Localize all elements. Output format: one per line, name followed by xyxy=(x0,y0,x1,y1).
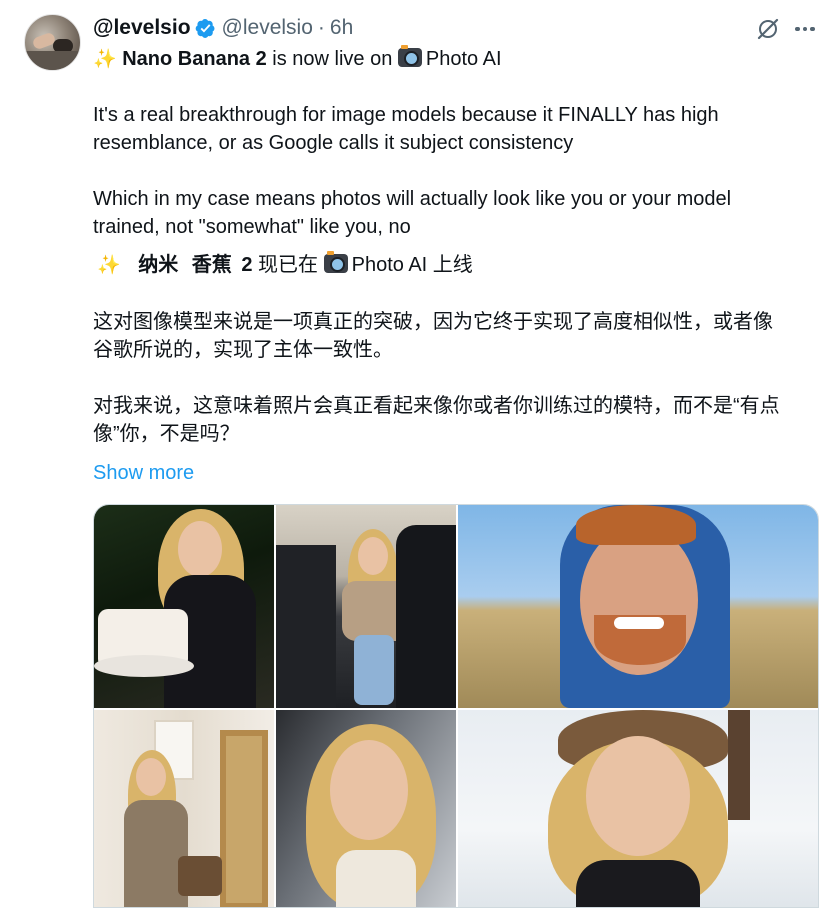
camera-emoji-icon xyxy=(397,45,422,67)
more-options-icon[interactable] xyxy=(795,19,817,39)
translation-line-1: ✨ 纳米 香蕉 2 现已在 Photo AI 上线 xyxy=(97,251,473,279)
product-name: Nano Banana 2 xyxy=(122,48,267,70)
photo-snow-kiss[interactable] xyxy=(458,710,818,907)
translation-rest: 现已在 xyxy=(252,254,324,276)
verified-badge-icon xyxy=(195,18,215,38)
paragraph-1-line-2: resemblance, or as Google calls it subje… xyxy=(93,132,574,154)
tweet-header: @levelsio @levelsio · 6h xyxy=(93,14,353,42)
photo-mirror-selfie[interactable] xyxy=(94,710,274,907)
paragraph-2-line-1: Which in my case means photos will actua… xyxy=(93,188,732,210)
translation-tail: Photo AI 上线 xyxy=(351,254,473,276)
timestamp[interactable]: 6h xyxy=(330,16,353,40)
photo-birthday-cake[interactable] xyxy=(94,505,274,708)
translation-paragraph-1-line-1: 这对图像模型来说是一项真正的突破，因为它终于实现了高度相似性，或者像 xyxy=(93,311,773,333)
grok-icon[interactable] xyxy=(756,17,780,41)
camera-emoji-icon xyxy=(323,251,348,273)
author-handle[interactable]: @levelsio xyxy=(222,16,313,40)
photo-man-hoodie[interactable] xyxy=(458,505,818,708)
photo-car-door[interactable] xyxy=(276,505,456,708)
translation-bold-1: 纳米 xyxy=(138,254,179,276)
paragraph-1-line-1: It's a real breakthrough for image model… xyxy=(93,104,719,126)
media-grid xyxy=(93,504,819,908)
translation-paragraph-1-line-2: 谷歌所说的，实现了主体一致性。 xyxy=(93,339,393,361)
author-name[interactable]: @levelsio xyxy=(93,16,191,40)
sparkles-emoji: ✨ xyxy=(97,254,121,276)
show-more-link[interactable]: Show more xyxy=(93,459,194,487)
photo-car-selfie[interactable] xyxy=(276,710,456,907)
translation-paragraph-2-line-1: 对我来说，这意味着照片会真正看起来像你或者你训练过的模特，而不是“有点 xyxy=(93,395,780,417)
translation-bold-3: 2 xyxy=(241,254,253,276)
paragraph-2-line-2: trained, not "somewhat" like you, no xyxy=(93,216,411,238)
sparkles-emoji: ✨ xyxy=(93,48,117,70)
tweet-line-1: ✨ Nano Banana 2 is now live on Photo AI xyxy=(93,45,502,73)
translation-paragraph-2-line-2: 像”你，不是吗？ xyxy=(93,423,240,445)
line1-rest: is now live on xyxy=(266,48,398,70)
translation-bold-2: 香蕉 xyxy=(191,254,232,276)
separator-dot: · xyxy=(317,16,325,39)
photo-ai-label: Photo AI xyxy=(425,48,502,70)
avatar[interactable] xyxy=(24,14,81,71)
